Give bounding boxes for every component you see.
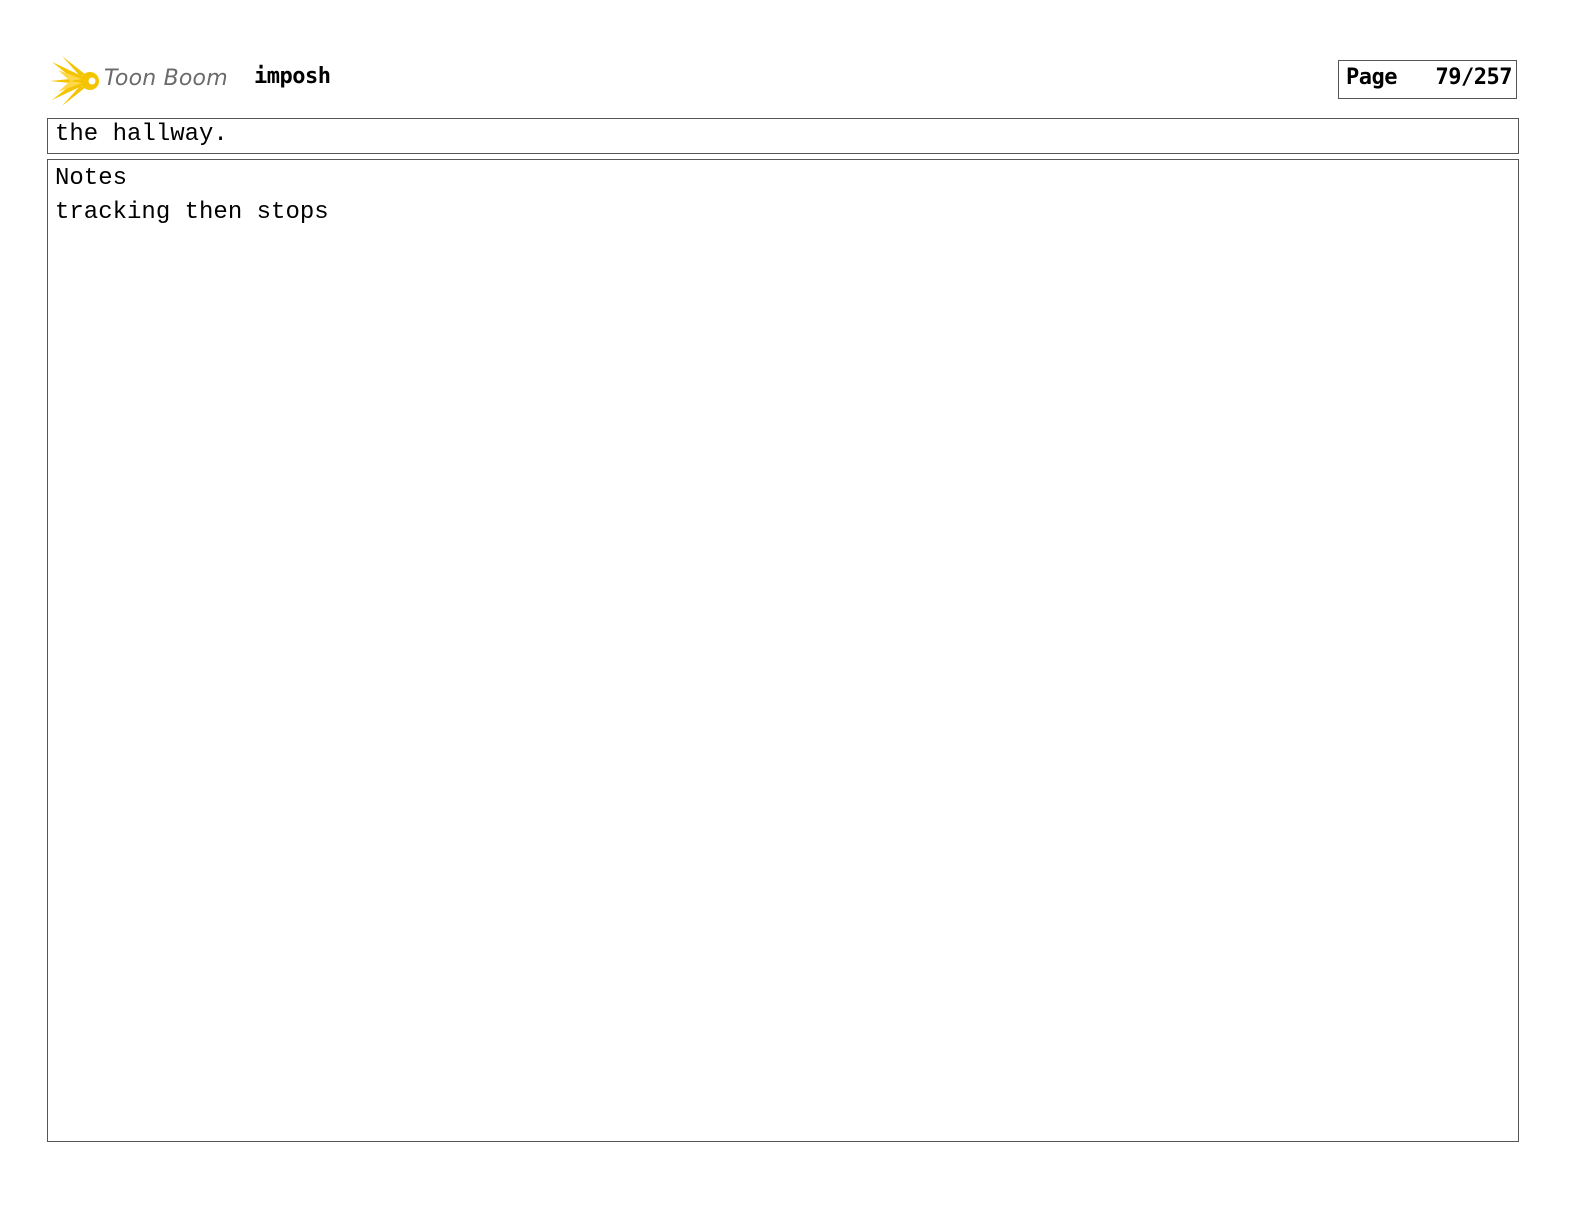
dialogue-field: the hallway. — [47, 118, 1519, 154]
toon-boom-logo-icon — [50, 56, 99, 106]
brand-name: Toon Boom — [104, 66, 228, 91]
notes-label: Notes — [55, 165, 128, 192]
notes-field: Notes tracking then stops — [47, 159, 1519, 1142]
page-label: Page — [1346, 65, 1397, 90]
dialogue-text: the hallway. — [55, 121, 228, 148]
notes-text: tracking then stops — [55, 199, 329, 226]
page-indicator: Page 79/257 — [1338, 60, 1517, 99]
project-title: imposh — [254, 64, 331, 89]
page-number: 79/257 — [1435, 65, 1513, 90]
